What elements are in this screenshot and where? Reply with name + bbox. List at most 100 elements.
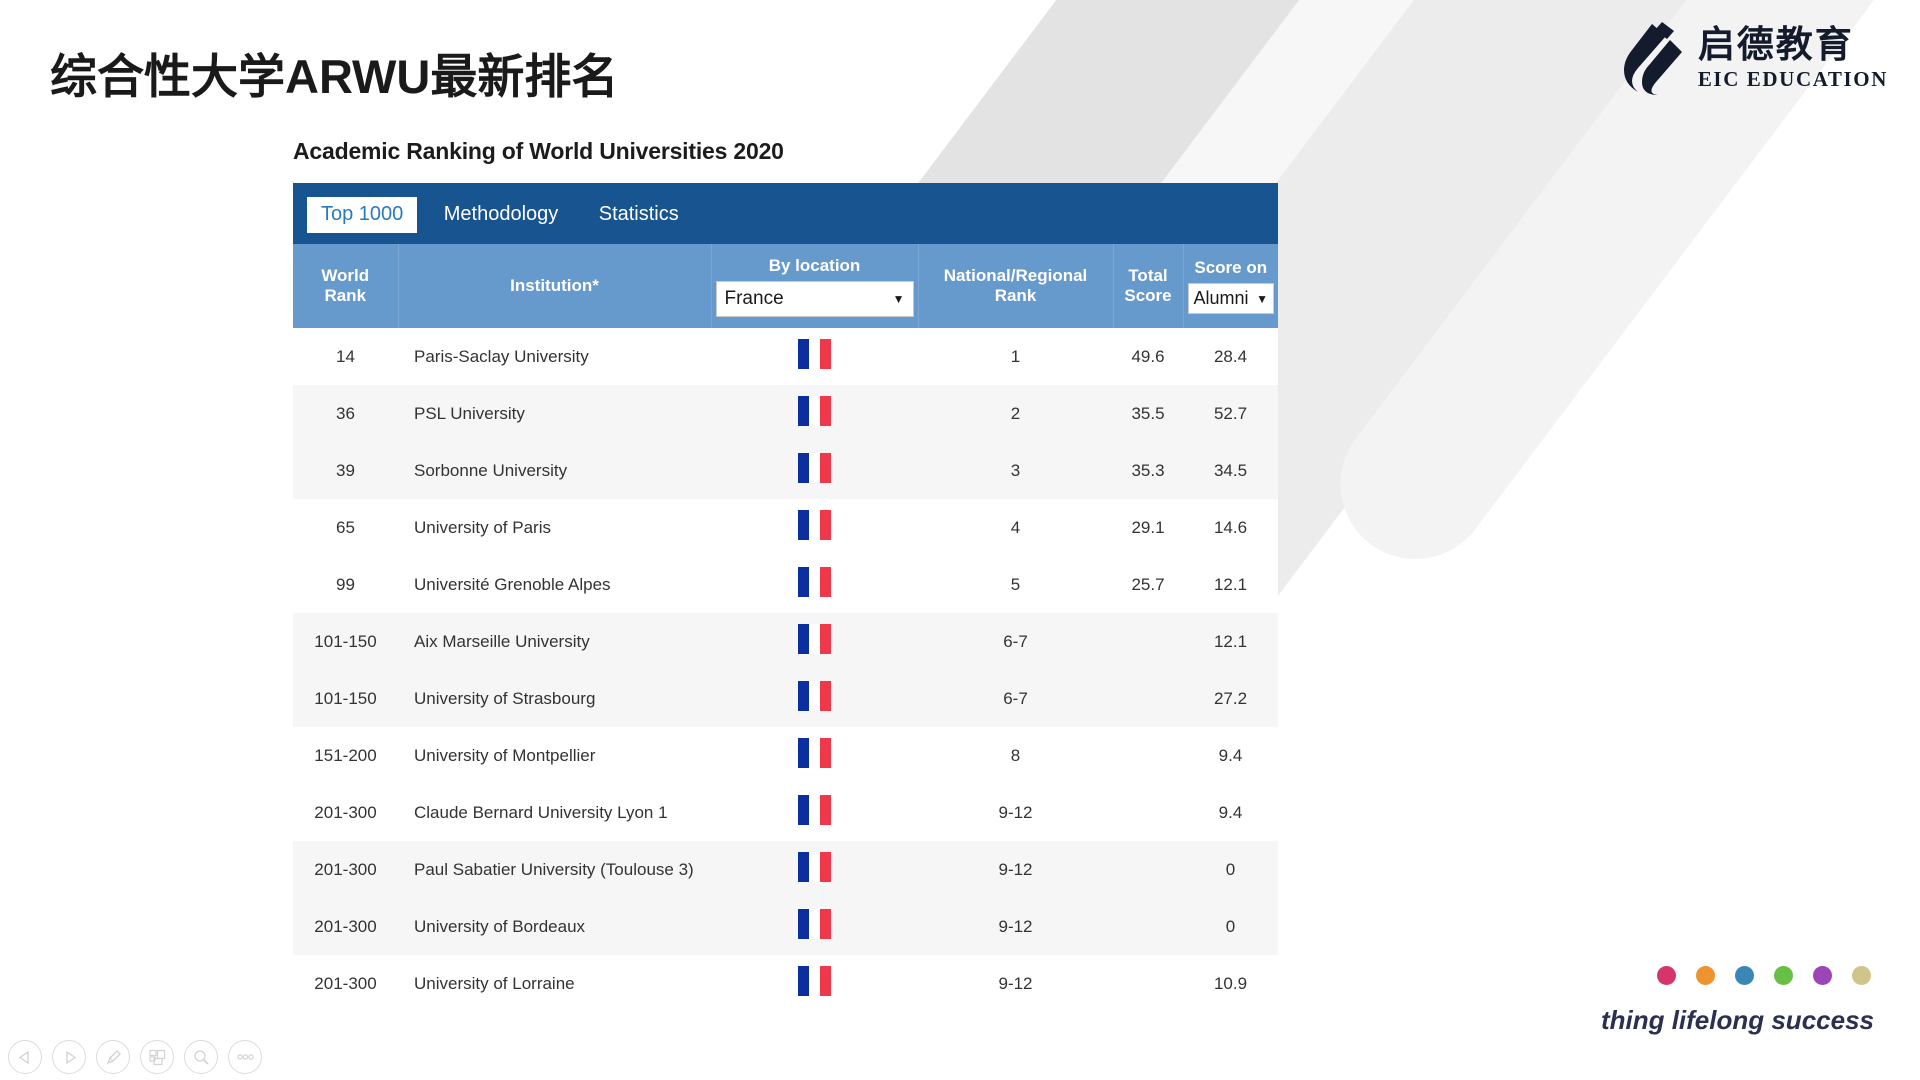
cell-score-on: 0 <box>1225 859 1236 879</box>
cell-national-rank: 9-12 <box>998 802 1033 822</box>
arwu-panel: Academic Ranking of World Universities 2… <box>293 138 1278 1012</box>
cell-national-rank: 5 <box>1010 574 1021 594</box>
cell-national-rank: 9-12 <box>998 859 1033 879</box>
cell-location-flag <box>711 727 918 784</box>
cell-score-on: 9.4 <box>1218 802 1243 822</box>
france-flag-icon <box>797 738 832 768</box>
cell-national-rank: 9-12 <box>998 916 1033 936</box>
france-flag-icon <box>797 852 832 882</box>
france-flag-icon <box>797 510 832 540</box>
presentation-toolbar <box>8 1040 262 1074</box>
cell-world-rank: 14 <box>336 346 355 366</box>
cell-total-score <box>1113 784 1183 841</box>
cell-total-score: 35.5 <box>1131 403 1165 423</box>
cell-world-rank: 36 <box>336 403 355 423</box>
magnifier-icon[interactable] <box>184 1040 218 1074</box>
cell-location-flag <box>711 499 918 556</box>
eic-swoosh-icon <box>1622 22 1684 96</box>
tab-top-1000[interactable]: Top 1000 <box>307 197 418 233</box>
france-flag-icon <box>797 567 832 597</box>
more-options-icon[interactable] <box>228 1040 262 1074</box>
chevron-down-icon: ▼ <box>892 291 905 306</box>
arwu-tabbar: Top 1000 Methodology Statistics <box>293 183 1278 244</box>
table-row[interactable]: 101-150 University of Strasbourg 6-7 27.2 <box>293 670 1278 727</box>
cell-world-rank: 101-150 <box>314 688 377 708</box>
cell-national-rank: 2 <box>1010 403 1021 423</box>
score-on-value: Alumni <box>1193 288 1249 308</box>
table-row[interactable]: 201-300 Paul Sabatier University (Toulous… <box>293 841 1278 898</box>
table-row[interactable]: 101-150 Aix Marseille University 6-7 12.1 <box>293 613 1278 670</box>
location-select[interactable]: France ▼ <box>715 280 914 317</box>
table-row[interactable]: 201-300 Claude Bernard University Lyon 1 9… <box>293 784 1278 841</box>
table-row[interactable]: 39 Sorbonne University 3 35.3 34.5 <box>293 442 1278 499</box>
table-row[interactable]: 14 Paris-Saclay University 1 49.6 28.4 <box>293 328 1278 385</box>
cell-world-rank: 201-300 <box>314 916 377 936</box>
column-header-total-score[interactable]: Total Score <box>1112 244 1183 328</box>
rankings-table: World Rank Institution* By location Fran… <box>293 244 1278 1012</box>
cell-institution: Claude Bernard University Lyon 1 <box>414 802 668 822</box>
cell-location-flag <box>711 898 918 955</box>
cell-total-score: 35.3 <box>1131 460 1165 480</box>
column-header-national-rank[interactable]: National/Regional Rank <box>917 244 1113 328</box>
cell-institution: University of Bordeaux <box>414 916 586 936</box>
cell-institution: PSL University <box>414 403 525 423</box>
cell-national-rank: 9-12 <box>998 973 1033 993</box>
pen-icon[interactable] <box>96 1040 130 1074</box>
chevron-down-icon: ▼ <box>1256 291 1268 306</box>
cell-institution: Sorbonne University <box>414 460 568 480</box>
table-row[interactable]: 151-200 University of Montpellier 8 9.4 <box>293 727 1278 784</box>
column-header-institution[interactable]: Institution* <box>397 244 711 328</box>
table-row[interactable]: 65 University of Paris 4 29.1 14.6 <box>293 499 1278 556</box>
cell-location-flag <box>711 556 918 613</box>
brand-dot <box>1735 966 1754 985</box>
cell-national-rank: 8 <box>1010 745 1021 765</box>
cell-score-on: 10.9 <box>1213 973 1248 993</box>
cell-institution: Aix Marseille University <box>414 631 590 651</box>
next-slide-icon[interactable] <box>52 1040 86 1074</box>
france-flag-icon <box>797 624 832 654</box>
eic-logo: 启德教育 EIC EDUCATION <box>1622 22 1888 96</box>
cell-world-rank: 201-300 <box>314 802 377 822</box>
table-row[interactable]: 201-300 University of Lorraine 9-12 10.9 <box>293 955 1278 1012</box>
cell-total-score <box>1113 727 1183 784</box>
cell-score-on: 28.4 <box>1213 346 1248 366</box>
brand-dot <box>1657 966 1676 985</box>
france-flag-icon <box>797 909 832 939</box>
column-header-world-rank[interactable]: World Rank <box>293 244 398 328</box>
cell-world-rank: 99 <box>336 574 355 594</box>
cell-world-rank: 201-300 <box>314 973 377 993</box>
france-flag-icon <box>797 453 832 483</box>
logo-chinese-name: 启德教育 <box>1697 23 1854 65</box>
brand-dot <box>1813 966 1832 985</box>
cell-score-on: 34.5 <box>1213 460 1248 480</box>
page-title: 综合性大学ARWU最新排名 <box>50 50 619 103</box>
logo-text: 启德教育 EIC EDUCATION <box>1697 23 1888 92</box>
score-on-select[interactable]: Alumni ▼ <box>1187 283 1274 314</box>
cell-score-on: 12.1 <box>1213 574 1248 594</box>
slide-grid-icon[interactable] <box>140 1040 174 1074</box>
cell-world-rank: 101-150 <box>314 631 377 651</box>
total-score-line1: Total <box>1128 266 1168 285</box>
cell-total-score <box>1113 613 1183 670</box>
institution-label: Institution* <box>510 276 599 295</box>
cell-national-rank: 4 <box>1010 517 1021 537</box>
world-rank-line2: Rank <box>324 286 367 305</box>
table-row[interactable]: 36 PSL University 2 35.5 52.7 <box>293 385 1278 442</box>
cell-location-flag <box>711 385 918 442</box>
world-rank-line1: World <box>321 266 370 285</box>
national-rank-line1: National/Regional <box>943 266 1088 285</box>
cell-total-score <box>1113 898 1183 955</box>
cell-world-rank: 201-300 <box>314 859 377 879</box>
cell-world-rank: 39 <box>336 460 355 480</box>
cell-total-score: 49.6 <box>1131 346 1165 366</box>
column-header-score-on: Score on Alumni ▼ <box>1182 244 1278 328</box>
cell-world-rank: 151-200 <box>314 745 377 765</box>
tab-methodology[interactable]: Methodology <box>430 197 573 233</box>
tab-statistics[interactable]: Statistics <box>585 197 693 233</box>
table-row[interactable]: 99 Université Grenoble Alpes 5 25.7 12.1 <box>293 556 1278 613</box>
previous-slide-icon[interactable] <box>8 1040 42 1074</box>
cell-institution: Paul Sabatier University (Toulouse 3) <box>414 859 694 879</box>
cell-national-rank: 6-7 <box>1003 688 1028 708</box>
table-row[interactable]: 201-300 University of Bordeaux 9-12 0 <box>293 898 1278 955</box>
cell-location-flag <box>711 442 918 499</box>
